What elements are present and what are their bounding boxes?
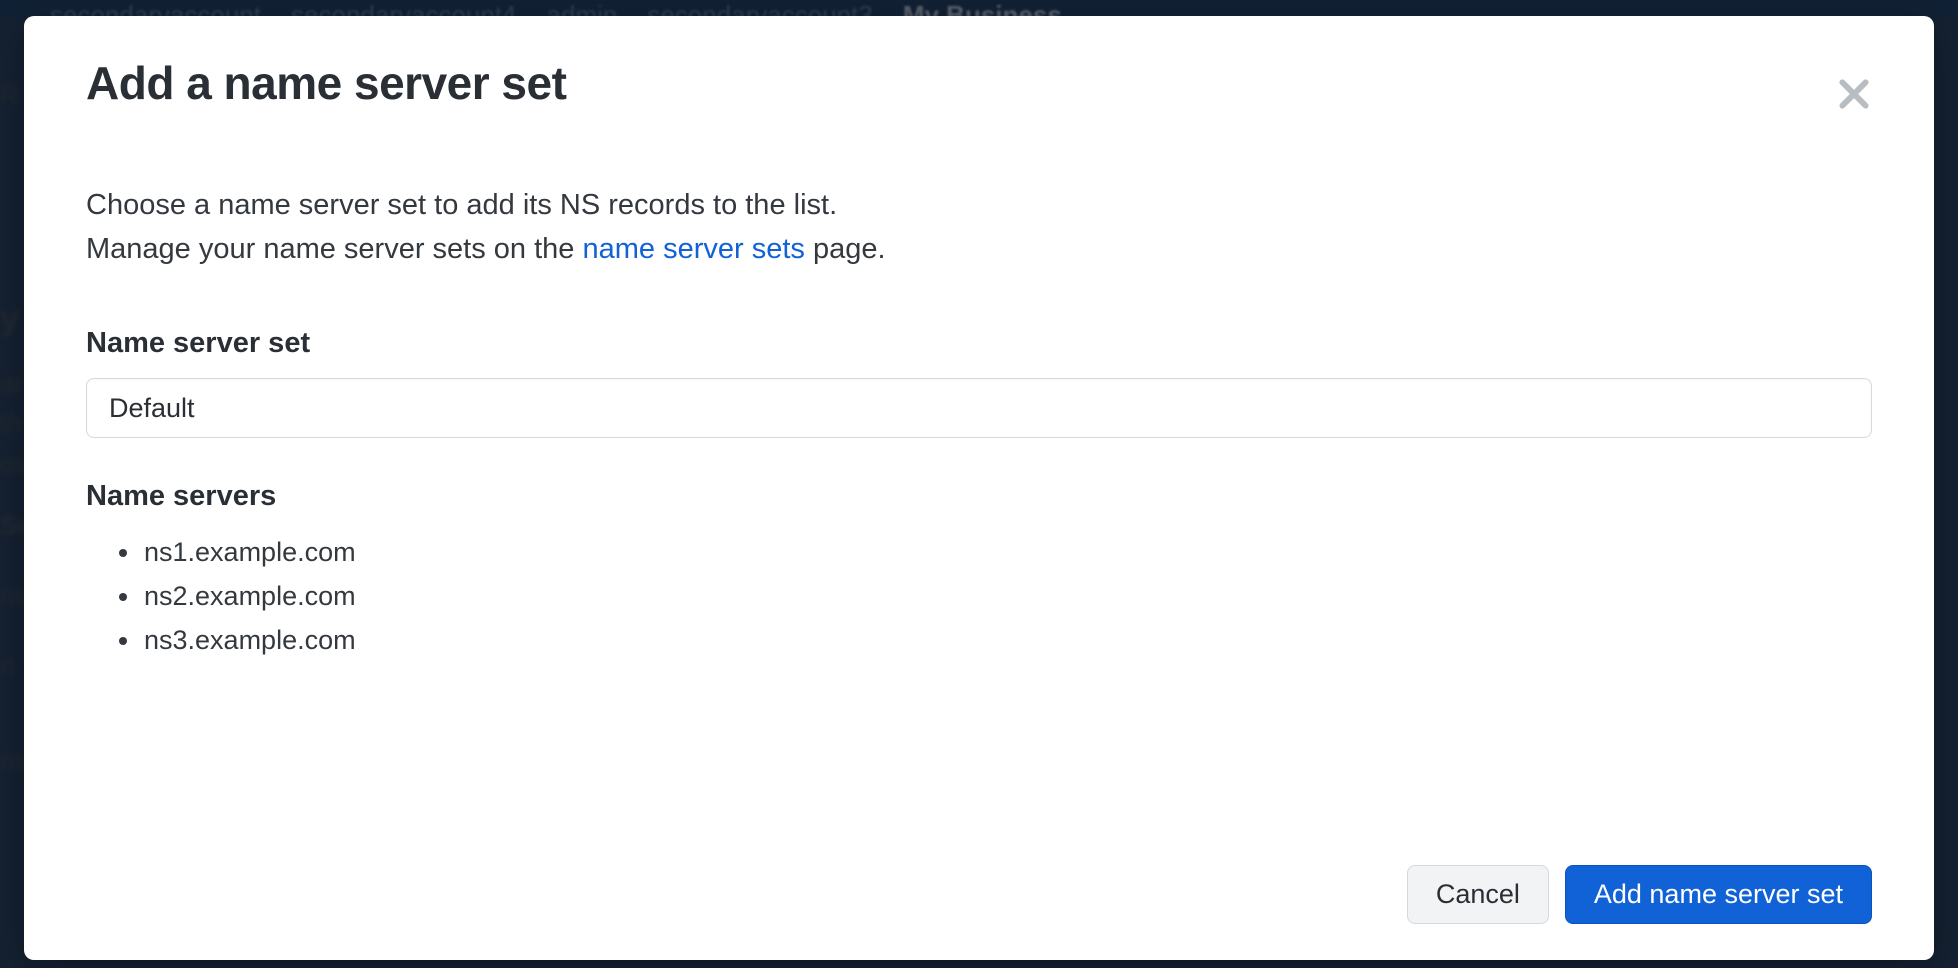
- name-server-set-label: Name server set: [86, 327, 1872, 360]
- name-server-set-select[interactable]: Default: [86, 378, 1872, 438]
- modal-description: Choose a name server set to add its NS r…: [86, 183, 1872, 271]
- cancel-button[interactable]: Cancel: [1407, 865, 1549, 924]
- add-name-server-set-modal: Add a name server set Choose a name serv…: [24, 16, 1934, 960]
- modal-body: Choose a name server set to add its NS r…: [86, 183, 1872, 835]
- modal-title: Add a name server set: [86, 56, 566, 110]
- description-line-2-post: page.: [805, 233, 886, 265]
- modal-header: Add a name server set: [86, 56, 1872, 125]
- list-item: ns3.example.com: [142, 619, 1872, 663]
- name-server-set-select-wrapper: Default: [86, 378, 1872, 438]
- add-name-server-set-button[interactable]: Add name server set: [1565, 865, 1872, 924]
- list-item: ns2.example.com: [142, 575, 1872, 619]
- close-icon: [1834, 102, 1874, 117]
- description-line-2-pre: Manage your name server sets on the: [86, 233, 582, 265]
- name-server-sets-link[interactable]: name server sets: [582, 233, 804, 265]
- name-servers-label: Name servers: [86, 480, 1872, 513]
- list-item: ns1.example.com: [142, 531, 1872, 575]
- modal-footer: Cancel Add name server set: [86, 865, 1872, 924]
- close-button[interactable]: [1826, 66, 1882, 125]
- name-servers-list: ns1.example.com ns2.example.com ns3.exam…: [86, 531, 1872, 662]
- description-line-1: Choose a name server set to add its NS r…: [86, 189, 837, 221]
